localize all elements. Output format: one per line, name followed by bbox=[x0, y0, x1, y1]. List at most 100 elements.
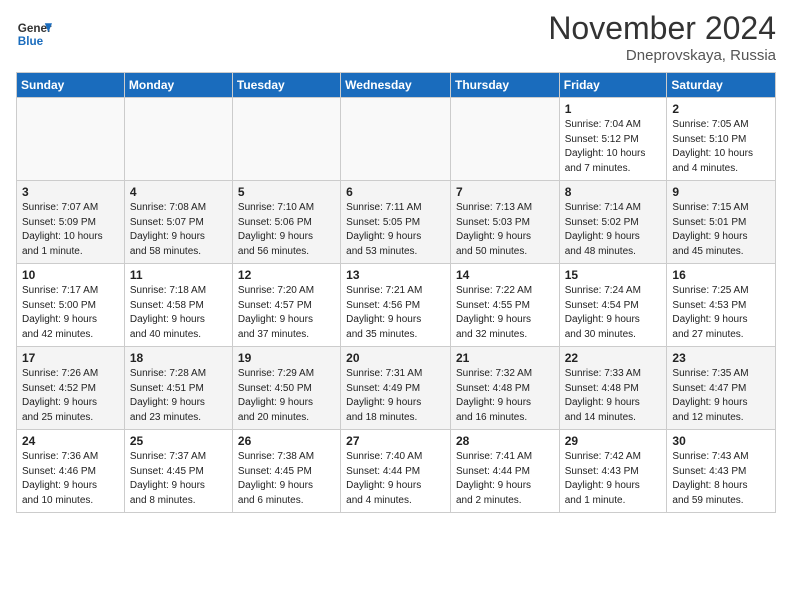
day-cell: 27Sunrise: 7:40 AM Sunset: 4:44 PM Dayli… bbox=[341, 430, 451, 513]
day-cell: 19 Sunrise: 7:29 AM Sunset: 4:50 PM Dayli… bbox=[232, 347, 340, 430]
week-row-5: 24Sunrise: 7:36 AM Sunset: 4:46 PM Dayli… bbox=[17, 430, 776, 513]
title-block: November 2024 Dneprovskaya, Russia bbox=[548, 10, 776, 64]
day-cell: 13 Sunrise: 7:21 AM Sunset: 4:56 PM Dayli… bbox=[341, 264, 451, 347]
day-info: Sunrise: 7:07 AM Sunset: 5:09 PM Dayligh… bbox=[22, 201, 119, 259]
day-number: 6 bbox=[346, 185, 445, 199]
day-cell: 25 Sunrise: 7:37 AM Sunset: 4:45 PM Dayli… bbox=[124, 430, 232, 513]
day-info: Sunrise: 7:10 AM Sunset: 5:06 PM Dayligh… bbox=[238, 201, 335, 259]
day-number: 3 bbox=[22, 185, 119, 199]
day-cell: 21 Sunrise: 7:32 AM Sunset: 4:48 PM Dayli… bbox=[450, 347, 559, 430]
day-number: 22 bbox=[565, 351, 662, 365]
day-number: 14 bbox=[456, 268, 554, 282]
day-number: 23 bbox=[672, 351, 770, 365]
day-cell: 22 Sunrise: 7:33 AM Sunset: 4:48 PM Dayli… bbox=[559, 347, 667, 430]
day-cell: 15Sunrise: 7:24 AM Sunset: 4:54 PM Dayli… bbox=[559, 264, 667, 347]
day-cell: 6 Sunrise: 7:11 AM Sunset: 5:05 PM Daylig… bbox=[341, 181, 451, 264]
day-cell: 3 Sunrise: 7:07 AM Sunset: 5:09 PM Daylig… bbox=[17, 181, 125, 264]
day-cell: 7 Sunrise: 7:13 AM Sunset: 5:03 PM Daylig… bbox=[450, 181, 559, 264]
week-row-4: 17 Sunrise: 7:26 AM Sunset: 4:52 PM Dayli… bbox=[17, 347, 776, 430]
day-cell: 5Sunrise: 7:10 AM Sunset: 5:06 PM Daylig… bbox=[232, 181, 340, 264]
day-info: Sunrise: 7:25 AM Sunset: 4:53 PM Dayligh… bbox=[672, 284, 770, 342]
day-info: Sunrise: 7:40 AM Sunset: 4:44 PM Dayligh… bbox=[346, 450, 445, 508]
day-number: 21 bbox=[456, 351, 554, 365]
day-number: 30 bbox=[672, 434, 770, 448]
day-cell: 9 Sunrise: 7:15 AM Sunset: 5:01 PM Daylig… bbox=[667, 181, 776, 264]
day-number: 1 bbox=[565, 102, 662, 116]
day-number: 13 bbox=[346, 268, 445, 282]
day-header-saturday: Saturday bbox=[667, 73, 776, 98]
day-number: 26 bbox=[238, 434, 335, 448]
day-info: Sunrise: 7:14 AM Sunset: 5:02 PM Dayligh… bbox=[565, 201, 662, 259]
day-info: Sunrise: 7:29 AM Sunset: 4:50 PM Dayligh… bbox=[238, 367, 335, 425]
day-info: Sunrise: 7:36 AM Sunset: 4:46 PM Dayligh… bbox=[22, 450, 119, 508]
week-row-2: 3 Sunrise: 7:07 AM Sunset: 5:09 PM Daylig… bbox=[17, 181, 776, 264]
day-number: 19 bbox=[238, 351, 335, 365]
day-number: 4 bbox=[130, 185, 227, 199]
day-cell: 2Sunrise: 7:05 AM Sunset: 5:10 PM Daylig… bbox=[667, 98, 776, 181]
day-number: 17 bbox=[22, 351, 119, 365]
day-cell: 20 Sunrise: 7:31 AM Sunset: 4:49 PM Dayli… bbox=[341, 347, 451, 430]
day-cell: 28Sunrise: 7:41 AM Sunset: 4:44 PM Dayli… bbox=[450, 430, 559, 513]
day-info: Sunrise: 7:33 AM Sunset: 4:48 PM Dayligh… bbox=[565, 367, 662, 425]
calendar-title: November 2024 bbox=[548, 10, 776, 47]
day-header-wednesday: Wednesday bbox=[341, 73, 451, 98]
day-header-monday: Monday bbox=[124, 73, 232, 98]
day-info: Sunrise: 7:37 AM Sunset: 4:45 PM Dayligh… bbox=[130, 450, 227, 508]
day-info: Sunrise: 7:11 AM Sunset: 5:05 PM Dayligh… bbox=[346, 201, 445, 259]
day-info: Sunrise: 7:21 AM Sunset: 4:56 PM Dayligh… bbox=[346, 284, 445, 342]
day-number: 20 bbox=[346, 351, 445, 365]
day-cell: 30 Sunrise: 7:43 AM Sunset: 4:43 PM Dayli… bbox=[667, 430, 776, 513]
day-header-row: SundayMondayTuesdayWednesdayThursdayFrid… bbox=[17, 73, 776, 98]
day-info: Sunrise: 7:31 AM Sunset: 4:49 PM Dayligh… bbox=[346, 367, 445, 425]
day-number: 25 bbox=[130, 434, 227, 448]
day-cell: 26 Sunrise: 7:38 AM Sunset: 4:45 PM Dayli… bbox=[232, 430, 340, 513]
day-header-thursday: Thursday bbox=[450, 73, 559, 98]
day-number: 29 bbox=[565, 434, 662, 448]
day-info: Sunrise: 7:43 AM Sunset: 4:43 PM Dayligh… bbox=[672, 450, 770, 508]
page: General Blue November 2024 Dneprovskaya,… bbox=[0, 0, 792, 529]
calendar-location: Dneprovskaya, Russia bbox=[548, 47, 776, 64]
header: General Blue November 2024 Dneprovskaya,… bbox=[16, 10, 776, 64]
day-info: Sunrise: 7:15 AM Sunset: 5:01 PM Dayligh… bbox=[672, 201, 770, 259]
day-cell: 12 Sunrise: 7:20 AM Sunset: 4:57 PM Dayli… bbox=[232, 264, 340, 347]
day-number: 9 bbox=[672, 185, 770, 199]
day-info: Sunrise: 7:13 AM Sunset: 5:03 PM Dayligh… bbox=[456, 201, 554, 259]
day-info: Sunrise: 7:24 AM Sunset: 4:54 PM Dayligh… bbox=[565, 284, 662, 342]
day-number: 7 bbox=[456, 185, 554, 199]
day-cell: 10 Sunrise: 7:17 AM Sunset: 5:00 PM Dayli… bbox=[17, 264, 125, 347]
day-info: Sunrise: 7:42 AM Sunset: 4:43 PM Dayligh… bbox=[565, 450, 662, 508]
day-cell: 1Sunrise: 7:04 AM Sunset: 5:12 PM Daylig… bbox=[559, 98, 667, 181]
day-number: 10 bbox=[22, 268, 119, 282]
day-number: 28 bbox=[456, 434, 554, 448]
day-cell: 23 Sunrise: 7:35 AM Sunset: 4:47 PM Dayli… bbox=[667, 347, 776, 430]
day-header-friday: Friday bbox=[559, 73, 667, 98]
day-info: Sunrise: 7:28 AM Sunset: 4:51 PM Dayligh… bbox=[130, 367, 227, 425]
week-row-3: 10 Sunrise: 7:17 AM Sunset: 5:00 PM Dayli… bbox=[17, 264, 776, 347]
svg-text:Blue: Blue bbox=[18, 35, 44, 48]
day-info: Sunrise: 7:32 AM Sunset: 4:48 PM Dayligh… bbox=[456, 367, 554, 425]
day-number: 16 bbox=[672, 268, 770, 282]
day-info: Sunrise: 7:20 AM Sunset: 4:57 PM Dayligh… bbox=[238, 284, 335, 342]
day-cell: 16 Sunrise: 7:25 AM Sunset: 4:53 PM Dayli… bbox=[667, 264, 776, 347]
day-cell: 14Sunrise: 7:22 AM Sunset: 4:55 PM Dayli… bbox=[450, 264, 559, 347]
day-cell: 11Sunrise: 7:18 AM Sunset: 4:58 PM Dayli… bbox=[124, 264, 232, 347]
day-info: Sunrise: 7:35 AM Sunset: 4:47 PM Dayligh… bbox=[672, 367, 770, 425]
day-cell: 17 Sunrise: 7:26 AM Sunset: 4:52 PM Dayli… bbox=[17, 347, 125, 430]
day-number: 11 bbox=[130, 268, 227, 282]
day-number: 2 bbox=[672, 102, 770, 116]
day-cell: 8 Sunrise: 7:14 AM Sunset: 5:02 PM Daylig… bbox=[559, 181, 667, 264]
week-row-1: 1Sunrise: 7:04 AM Sunset: 5:12 PM Daylig… bbox=[17, 98, 776, 181]
day-number: 8 bbox=[565, 185, 662, 199]
day-number: 12 bbox=[238, 268, 335, 282]
day-info: Sunrise: 7:17 AM Sunset: 5:00 PM Dayligh… bbox=[22, 284, 119, 342]
day-info: Sunrise: 7:26 AM Sunset: 4:52 PM Dayligh… bbox=[22, 367, 119, 425]
day-number: 18 bbox=[130, 351, 227, 365]
day-cell bbox=[232, 98, 340, 181]
logo: General Blue bbox=[16, 10, 52, 52]
day-cell: 18 Sunrise: 7:28 AM Sunset: 4:51 PM Dayli… bbox=[124, 347, 232, 430]
day-cell bbox=[450, 98, 559, 181]
day-cell bbox=[124, 98, 232, 181]
day-info: Sunrise: 7:38 AM Sunset: 4:45 PM Dayligh… bbox=[238, 450, 335, 508]
day-cell bbox=[341, 98, 451, 181]
day-cell bbox=[17, 98, 125, 181]
